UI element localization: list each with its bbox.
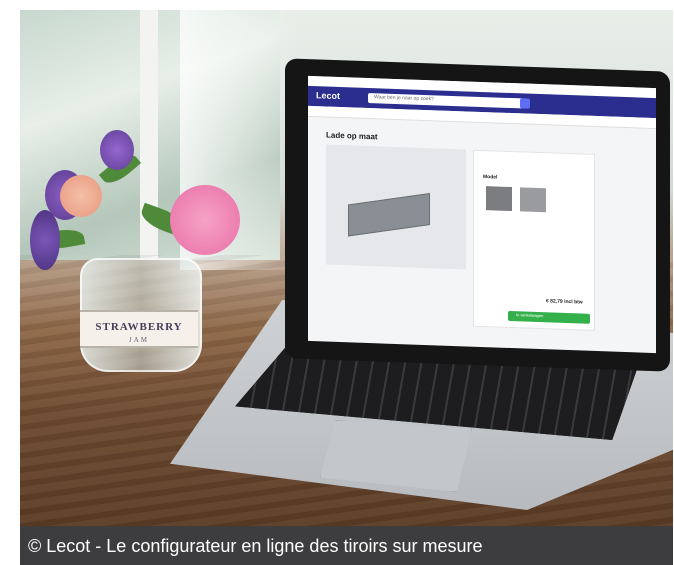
photo: STRAWBERRY JAM Lecot Waar ben je naar op…	[20, 10, 673, 526]
caption-text: © Lecot - Le configurateur en ligne des …	[28, 536, 483, 556]
lavender-flower	[30, 210, 60, 270]
panel-heading: Model	[483, 174, 498, 181]
vase-label-subtext: JAM	[128, 336, 149, 344]
lavender-flower	[100, 130, 134, 170]
figure: STRAWBERRY JAM Lecot Waar ben je naar op…	[0, 0, 674, 565]
page-title: Lade op maat	[326, 130, 378, 142]
add-to-cart-label: In winkelwagen	[516, 312, 544, 319]
site-logo: Lecot	[316, 90, 341, 102]
price-label: € 82,79 incl btw	[546, 298, 583, 306]
laptop-screen: Lecot Waar ben je naar op zoek? Lade op …	[308, 75, 656, 354]
carnation-flower	[60, 175, 102, 217]
search-icon	[520, 98, 530, 109]
model-thumbnail	[486, 186, 512, 212]
model-thumbnail	[520, 187, 546, 213]
vase-label-text: STRAWBERRY	[95, 321, 183, 333]
carnation-flower	[170, 185, 240, 255]
